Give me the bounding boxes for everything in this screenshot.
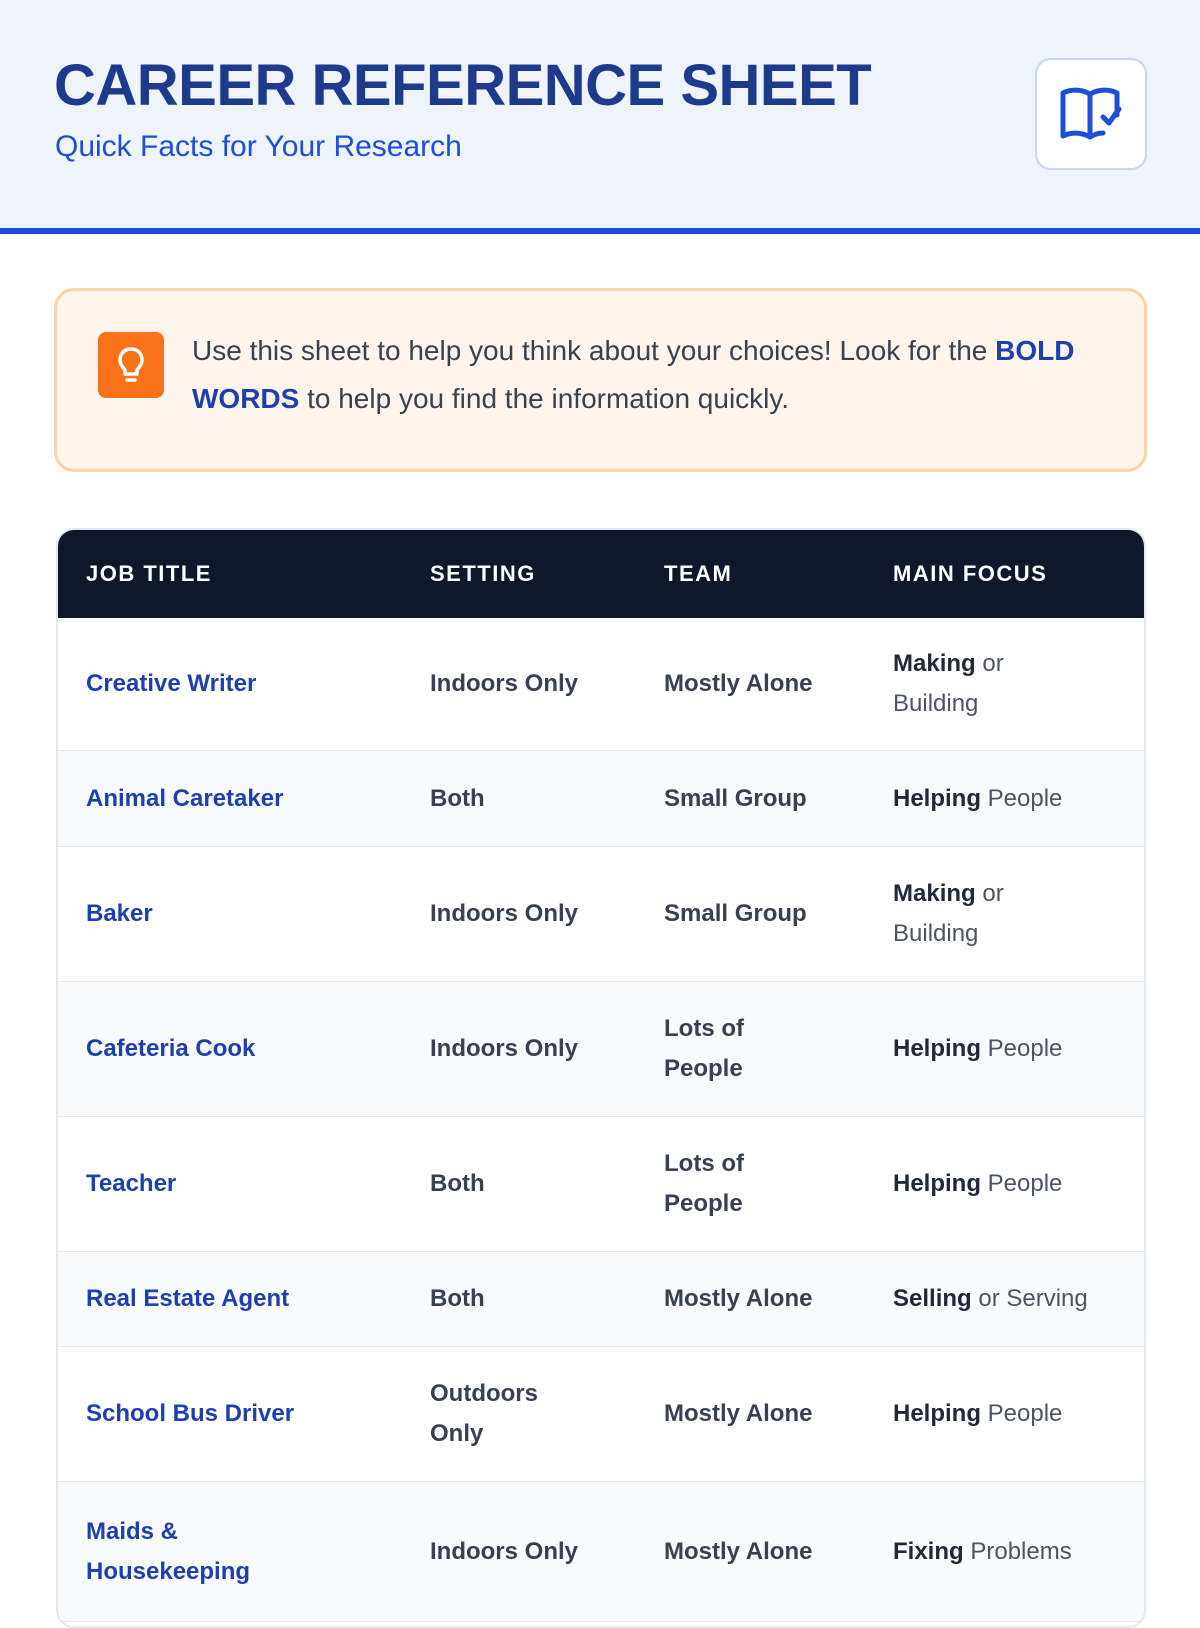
setting-value: Indoors Only [430, 670, 579, 697]
table-row: School Bus Driver Outdoors Only Mostly A… [58, 1347, 1144, 1482]
setting-value: Both [430, 784, 485, 812]
setting-value: Indoors Only [430, 1537, 579, 1565]
setting-value: Indoors Only [430, 900, 579, 927]
focus-keyword: Making [893, 650, 976, 677]
tip-text: Use this sheet to help you think about y… [192, 327, 1122, 423]
table-row: Cafeteria Cook Indoors Only Lots of Peop… [58, 982, 1144, 1117]
header-team: TEAM [664, 561, 733, 586]
team-value: Lots of People [664, 1150, 744, 1217]
tip-text-start: Use this sheet to help you think about y… [192, 335, 996, 366]
setting-value: Indoors Only [430, 1035, 579, 1062]
team-value: Small Group [664, 784, 807, 812]
setting-value: Both [430, 1285, 485, 1312]
team-value: Mostly Alone [664, 1400, 813, 1427]
lightbulb-icon [98, 332, 164, 398]
job-title: Maids & Housekeeping [86, 1517, 251, 1585]
focus-keyword: Making [893, 880, 976, 907]
focus-keyword: Helping [893, 1170, 981, 1197]
setting-value: Both [430, 1170, 485, 1197]
team-value: Mostly Alone [664, 1537, 813, 1565]
setting-value: Outdoors Only [430, 1380, 538, 1447]
focus-rest: People [981, 1400, 1063, 1427]
focus-keyword: Helping [893, 784, 981, 812]
team-value: Mostly Alone [664, 1285, 813, 1312]
table-row: Teacher Both Lots of People Helping Peop… [58, 1117, 1144, 1252]
table-row: Creative Writer Indoors Only Mostly Alon… [58, 618, 1144, 751]
main-focus-value: Helping People [893, 1029, 1143, 1069]
header-setting: SETTING [430, 561, 536, 586]
main-focus-value: Selling or Serving [893, 1279, 1143, 1319]
job-title: Creative Writer [86, 670, 257, 697]
team-value: Lots of People [664, 1015, 744, 1082]
focus-rest: Problems [963, 1537, 1072, 1565]
book-check-icon [1035, 58, 1147, 170]
main-focus-value: Helping People [893, 1394, 1143, 1434]
job-title: Real Estate Agent [86, 1285, 290, 1312]
team-value: Small Group [664, 900, 807, 927]
table-row: Animal Caretaker Both Small Group Helpin… [58, 751, 1144, 847]
job-title: Baker [86, 900, 153, 927]
main-focus-value: Making or Building [893, 644, 1053, 724]
focus-rest: People [981, 1035, 1063, 1062]
job-title: School Bus Driver [86, 1400, 295, 1427]
focus-rest: or Serving [971, 1285, 1088, 1312]
table-row: Maids & Housekeeping Indoors Only Mostly… [58, 1482, 1144, 1622]
job-title: Cafeteria Cook [86, 1035, 256, 1062]
main-focus-value: Helping People [893, 1164, 1143, 1204]
header-job-title: JOB TITLE [86, 561, 212, 586]
focus-rest: People [981, 784, 1063, 812]
focus-rest: People [981, 1170, 1063, 1197]
focus-keyword: Selling [893, 1285, 972, 1312]
focus-keyword: Helping [893, 1035, 981, 1062]
main-focus-value: Fixing Problems [893, 1532, 1143, 1572]
focus-keyword: Fixing [893, 1537, 964, 1565]
job-title: Animal Caretaker [86, 784, 284, 812]
main-focus-value: Making or Building [893, 874, 1053, 954]
career-table: JOB TITLE SETTING TEAM MAIN FOCUS Creati… [56, 528, 1146, 1628]
job-title: Teacher [86, 1170, 177, 1197]
page-subtitle: Quick Facts for Your Research [55, 130, 462, 163]
table-row: Real Estate Agent Both Mostly Alone Sell… [58, 1252, 1144, 1347]
page-header: CAREER REFERENCE SHEET Quick Facts for Y… [0, 0, 1200, 234]
tip-text-end: to help you find the information quickly… [299, 383, 790, 414]
team-value: Mostly Alone [664, 670, 813, 697]
main-focus-value: Helping People [893, 779, 1143, 819]
focus-keyword: Helping [893, 1400, 981, 1427]
page-title: CAREER REFERENCE SHEET [54, 53, 872, 118]
table-header: JOB TITLE SETTING TEAM MAIN FOCUS [58, 530, 1144, 618]
header-main-focus: MAIN FOCUS [893, 561, 1048, 586]
table-row: Baker Indoors Only Small Group Making or… [58, 847, 1144, 982]
tip-callout: Use this sheet to help you think about y… [54, 288, 1147, 472]
